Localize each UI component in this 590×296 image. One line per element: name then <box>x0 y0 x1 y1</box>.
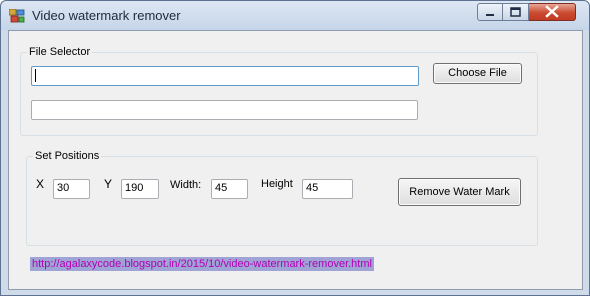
height-label: Height <box>261 178 293 190</box>
window-title: Video watermark remover <box>32 8 181 23</box>
maximize-button[interactable] <box>503 3 529 21</box>
width-value: 45 <box>215 182 228 194</box>
remove-watermark-button[interactable]: Remove Water Mark <box>398 178 521 206</box>
height-input[interactable]: 45 <box>302 179 353 199</box>
remove-watermark-label: Remove Water Mark <box>409 186 510 198</box>
blog-link[interactable]: http://agalaxycode.blogspot.in/2015/10/v… <box>30 257 374 271</box>
file-selector-legend: File Selector <box>29 46 91 58</box>
x-value: 30 <box>57 182 70 194</box>
file-selector-group: File Selector <box>20 46 538 136</box>
choose-file-button[interactable]: Choose File <box>433 63 522 84</box>
minimize-button[interactable] <box>477 3 503 21</box>
y-label: Y <box>104 177 113 191</box>
y-value: 190 <box>125 182 144 194</box>
close-icon <box>545 5 559 18</box>
maximize-icon <box>510 7 521 17</box>
client-area: File Selector Choose File Set Positions … <box>8 30 583 290</box>
y-input[interactable]: 190 <box>121 179 159 199</box>
close-button[interactable] <box>529 3 576 21</box>
app-icon <box>9 9 25 23</box>
height-value: 45 <box>306 182 319 194</box>
width-input[interactable]: 45 <box>211 179 248 199</box>
set-positions-legend: Set Positions <box>35 150 100 162</box>
choose-file-label: Choose File <box>448 67 507 79</box>
x-input[interactable]: 30 <box>53 179 90 199</box>
output-path-input[interactable] <box>31 100 418 120</box>
text-caret <box>35 69 36 82</box>
x-label: X <box>36 177 45 191</box>
app-window: Video watermark remover File Selector Ch… <box>0 0 590 296</box>
minimize-icon <box>486 14 494 16</box>
file-path-input[interactable] <box>31 66 419 86</box>
width-label: Width: <box>170 179 202 191</box>
title-bar[interactable]: Video watermark remover <box>1 1 589 30</box>
